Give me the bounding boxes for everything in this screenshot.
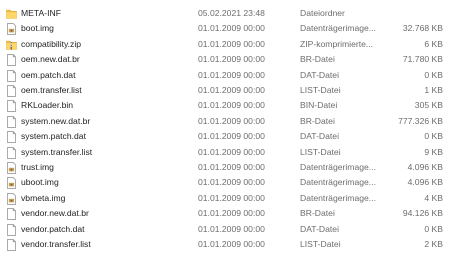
file-name: vendor.new.dat.br bbox=[21, 208, 89, 219]
file-date: 01.01.2009 00:00 bbox=[198, 54, 265, 65]
file-date: 01.01.2009 00:00 bbox=[198, 146, 265, 157]
file-type: BIN-Datei bbox=[300, 100, 338, 111]
file-row[interactable]: boot.img 01.01.2009 00:00 Datenträgerima… bbox=[0, 21, 450, 36]
file-name: boot.img bbox=[21, 23, 54, 34]
file-icon bbox=[7, 239, 16, 251]
file-size: 777.326 KB bbox=[398, 115, 443, 126]
file-size: 6 KB bbox=[424, 38, 443, 49]
file-type: LIST-Datei bbox=[300, 85, 341, 95]
file-date: 01.01.2009 00:00 bbox=[198, 38, 265, 49]
file-row[interactable]: RKLoader.bin 01.01.2009 00:00 BIN-Datei … bbox=[0, 98, 450, 113]
file-date: 01.01.2009 00:00 bbox=[198, 85, 265, 95]
file-size: 94.126 KB bbox=[402, 208, 443, 219]
file-size: 0 KB bbox=[424, 131, 443, 142]
file-size: 32.768 KB bbox=[402, 23, 443, 34]
file-icon bbox=[7, 85, 16, 97]
file-row[interactable]: compatibility.zip 01.01.2009 00:00 ZIP-k… bbox=[0, 37, 450, 52]
disk-image-icon bbox=[7, 192, 16, 205]
file-row[interactable]: system.patch.dat 01.01.2009 00:00 DAT-Da… bbox=[0, 129, 450, 144]
file-type: DAT-Datei bbox=[300, 223, 339, 234]
file-row[interactable]: oem.transfer.list 01.01.2009 00:00 LIST-… bbox=[0, 83, 450, 98]
file-date: 01.01.2009 00:00 bbox=[198, 192, 265, 203]
file-icon bbox=[7, 146, 16, 159]
file-row[interactable]: oem.patch.dat 01.01.2009 00:00 DAT-Datei… bbox=[0, 68, 450, 83]
file-name: compatibility.zip bbox=[21, 38, 82, 49]
file-name: system.transfer.list bbox=[21, 146, 93, 157]
file-icon bbox=[7, 54, 16, 67]
file-date: 01.01.2009 00:00 bbox=[198, 131, 265, 142]
file-size: 1 KB bbox=[424, 85, 443, 95]
file-row[interactable]: vendor.patch.dat 01.01.2009 00:00 DAT-Da… bbox=[0, 222, 450, 237]
file-date: 01.01.2009 00:00 bbox=[198, 100, 265, 111]
file-size: 305 KB bbox=[414, 100, 443, 111]
file-name: system.patch.dat bbox=[21, 131, 86, 142]
file-type: Datenträgerimage... bbox=[300, 162, 376, 172]
file-name: system.new.dat.br bbox=[21, 115, 91, 126]
file-size: 71.780 KB bbox=[402, 54, 443, 65]
disk-image-icon bbox=[7, 23, 16, 36]
file-icon bbox=[7, 208, 16, 221]
file-name: oem.new.dat.br bbox=[21, 54, 80, 65]
disk-image-icon bbox=[7, 177, 16, 190]
file-row[interactable]: vendor.transfer.list 01.01.2009 00:00 LI… bbox=[0, 237, 450, 252]
file-size: 0 KB bbox=[424, 223, 443, 234]
file-icon bbox=[7, 115, 16, 128]
file-name: RKLoader.bin bbox=[21, 100, 74, 111]
file-date: 05.02.2021 23:48 bbox=[198, 8, 265, 18]
file-type: BR-Datei bbox=[300, 54, 335, 65]
file-name: vendor.transfer.list bbox=[21, 239, 91, 249]
file-name: oem.patch.dat bbox=[21, 69, 76, 80]
file-row[interactable]: oem.new.dat.br 01.01.2009 00:00 BR-Datei… bbox=[0, 52, 450, 67]
file-type: DAT-Datei bbox=[300, 131, 339, 142]
file-size: 4 KB bbox=[424, 192, 443, 203]
file-date: 01.01.2009 00:00 bbox=[198, 177, 265, 188]
file-row[interactable]: uboot.img 01.01.2009 00:00 Datenträgerim… bbox=[0, 175, 450, 190]
file-row[interactable]: system.transfer.list 01.01.2009 00:00 LI… bbox=[0, 145, 450, 160]
file-type: Dateiordner bbox=[300, 8, 345, 18]
file-type: Datenträgerimage... bbox=[300, 192, 376, 203]
file-date: 01.01.2009 00:00 bbox=[198, 115, 265, 126]
file-type: DAT-Datei bbox=[300, 69, 339, 80]
disk-image-icon bbox=[7, 162, 16, 174]
file-row[interactable]: trust.img 01.01.2009 00:00 Datenträgerim… bbox=[0, 160, 450, 175]
file-name: oem.transfer.list bbox=[21, 85, 82, 95]
file-row[interactable]: system.new.dat.br 01.01.2009 00:00 BR-Da… bbox=[0, 114, 450, 129]
file-list: META-INF 05.02.2021 23:48 Dateiordner bo… bbox=[0, 0, 450, 268]
file-icon bbox=[7, 131, 16, 144]
folder-icon bbox=[6, 9, 17, 19]
file-type: LIST-Datei bbox=[300, 146, 341, 157]
file-name: uboot.img bbox=[21, 177, 59, 188]
file-date: 01.01.2009 00:00 bbox=[198, 208, 265, 219]
file-icon bbox=[7, 69, 16, 82]
file-icon bbox=[7, 100, 16, 113]
file-size: 0 KB bbox=[424, 69, 443, 80]
file-date: 01.01.2009 00:00 bbox=[198, 162, 265, 172]
file-name: vendor.patch.dat bbox=[21, 223, 85, 234]
zip-folder-icon bbox=[6, 40, 17, 50]
file-type: Datenträgerimage... bbox=[300, 177, 376, 188]
file-type: LIST-Datei bbox=[300, 239, 341, 249]
file-date: 01.01.2009 00:00 bbox=[198, 223, 265, 234]
file-size: 4.096 KB bbox=[407, 162, 443, 172]
file-row[interactable]: vendor.new.dat.br 01.01.2009 00:00 BR-Da… bbox=[0, 206, 450, 221]
file-type: Datenträgerimage... bbox=[300, 23, 376, 34]
file-date: 01.01.2009 00:00 bbox=[198, 23, 265, 34]
file-type: BR-Datei bbox=[300, 115, 335, 126]
file-type: BR-Datei bbox=[300, 208, 335, 219]
file-date: 01.01.2009 00:00 bbox=[198, 239, 265, 249]
file-size: 2 KB bbox=[424, 239, 443, 249]
file-name: vbmeta.img bbox=[21, 192, 66, 203]
file-row[interactable]: META-INF 05.02.2021 23:48 Dateiordner bbox=[0, 6, 450, 21]
file-name: trust.img bbox=[21, 162, 54, 172]
file-icon bbox=[7, 223, 16, 236]
file-date: 01.01.2009 00:00 bbox=[198, 69, 265, 80]
file-size: 9 KB bbox=[424, 146, 443, 157]
file-type: ZIP-komprimierte... bbox=[300, 38, 374, 49]
file-name: META-INF bbox=[21, 8, 61, 18]
file-size: 4.096 KB bbox=[407, 177, 443, 188]
file-row[interactable]: vbmeta.img 01.01.2009 00:00 Datenträgeri… bbox=[0, 191, 450, 206]
